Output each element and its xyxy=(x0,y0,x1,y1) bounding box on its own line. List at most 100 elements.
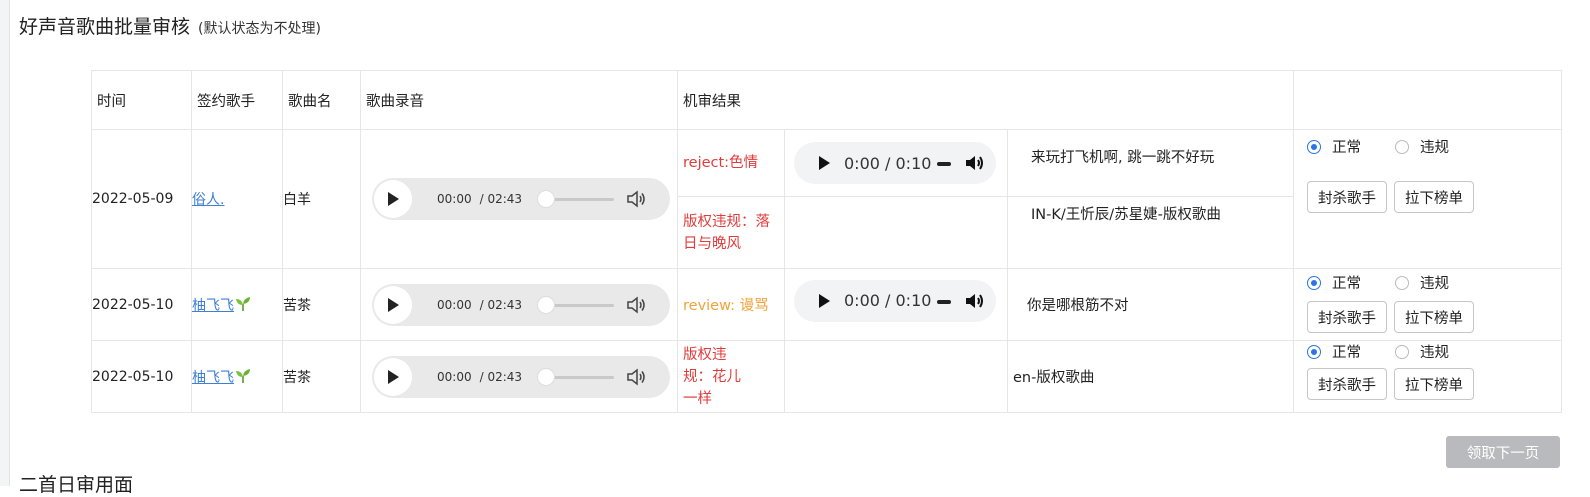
table-row: 2022-05-10 柚飞飞 苦茶 00:00 / 02:43 版权违规：花儿一… xyxy=(91,340,1563,413)
action-buttons: 封杀歌手 拉下榜单 xyxy=(1307,301,1561,333)
left-sidebar-edge xyxy=(0,0,10,486)
clip-audio-player: 0:00 / 0:10 xyxy=(794,279,996,322)
row-actions-cell: 正常 违规 封杀歌手 拉下榜单 xyxy=(1293,268,1563,341)
singer-link[interactable]: 柚飞飞 xyxy=(192,370,234,386)
audio-progress-knob[interactable] xyxy=(537,190,555,208)
audio-duration: / 02:43 xyxy=(479,369,523,384)
clip-audio-player: 0:00 / 0:10 xyxy=(794,142,996,184)
play-icon[interactable] xyxy=(816,155,832,171)
row-singer-cell: 柚飞飞 xyxy=(191,268,283,341)
header-machine-result: 机审结果 xyxy=(676,70,1295,130)
volume-icon[interactable] xyxy=(964,154,984,172)
result-reason: reject:色情 xyxy=(683,155,759,171)
sprout-icon xyxy=(236,368,250,383)
table-row: 2022-05-09 俗人. 白羊 00:00 / 02:43 reject:色… xyxy=(91,129,1563,269)
row-song: 苦茶 xyxy=(282,268,361,341)
radio-violation-label: 违规 xyxy=(1420,276,1450,292)
clip-progress[interactable] xyxy=(937,299,951,304)
radio-violation[interactable]: 违规 xyxy=(1395,272,1449,293)
volume-icon[interactable] xyxy=(964,292,984,310)
row-actions-cell: 正常 违规 封杀歌手 拉下榜单 xyxy=(1293,129,1563,269)
audio-current-time: 00:00 xyxy=(437,369,472,384)
singer-link[interactable]: 俗人. xyxy=(192,192,224,208)
radio-normal-label: 正常 xyxy=(1332,345,1362,361)
radio-violation[interactable]: 违规 xyxy=(1395,136,1449,157)
result-reason: 版权违规：落日与晚风 xyxy=(683,213,770,252)
result-reason-cell: 版权违规：花儿一样 xyxy=(677,340,785,413)
action-buttons: 封杀歌手 拉下榜单 xyxy=(1307,181,1561,213)
row-singer-cell: 柚飞飞 xyxy=(191,340,283,413)
clip-time: 0:00 / 0:10 xyxy=(844,291,932,310)
result-reason: 版权违规：花儿一样 xyxy=(683,346,741,407)
radio-normal-label: 正常 xyxy=(1332,276,1362,292)
radio-dot xyxy=(1307,344,1322,359)
radio-normal-label: 正常 xyxy=(1332,140,1362,156)
result-text-cell: 你是哪根筋不对 xyxy=(1006,268,1295,341)
next-page-button[interactable]: 领取下一页 xyxy=(1446,436,1560,468)
action-buttons: 封杀歌手 拉下榜单 xyxy=(1307,368,1561,400)
result-clip-cell: 0:00 / 0:10 xyxy=(784,129,1008,197)
header-actions xyxy=(1293,70,1563,130)
ban-singer-button[interactable]: 封杀歌手 xyxy=(1307,301,1388,333)
play-button[interactable] xyxy=(374,357,412,396)
result-text: IN-K/王忻辰/苏星婕-版权歌曲 xyxy=(1031,207,1221,223)
row-date: 2022-05-10 xyxy=(91,268,192,341)
radio-violation-label: 违规 xyxy=(1420,140,1450,156)
result-text: 你是哪根筋不对 xyxy=(1027,298,1129,314)
header-song: 歌曲名 xyxy=(282,70,361,130)
status-radio-group: 正常 违规 xyxy=(1307,136,1561,157)
audio-progress-knob[interactable] xyxy=(537,367,555,386)
play-icon xyxy=(388,192,399,206)
result-reason: review: 谩骂 xyxy=(683,298,769,314)
table-row: 2022-05-10 柚飞飞 苦茶 00:00 / 02:43 review: … xyxy=(91,268,1563,341)
result-clip-cell: 0:00 / 0:10 xyxy=(784,268,1008,341)
radio-dot xyxy=(1395,275,1410,290)
radio-violation[interactable]: 违规 xyxy=(1395,341,1449,362)
remove-from-chart-button[interactable]: 拉下榜单 xyxy=(1394,368,1475,400)
radio-normal[interactable]: 正常 xyxy=(1307,341,1361,362)
play-icon xyxy=(388,369,399,384)
page-title-hint: (默认状态为不处理) xyxy=(198,21,321,37)
row-recording-cell: 00:00 / 02:43 xyxy=(360,340,678,413)
row-song: 白羊 xyxy=(282,129,361,269)
audio-progress-knob[interactable] xyxy=(537,295,555,314)
result-clip-cell xyxy=(784,340,1008,413)
song-audio-player: 00:00 / 02:43 xyxy=(372,283,670,326)
play-button[interactable] xyxy=(374,180,412,218)
radio-dot xyxy=(1395,139,1410,154)
audio-duration: / 02:43 xyxy=(479,297,523,312)
row-actions-cell: 正常 违规 封杀歌手 拉下榜单 xyxy=(1293,340,1563,413)
sprout-icon xyxy=(236,296,250,311)
ban-singer-button[interactable]: 封杀歌手 xyxy=(1307,368,1388,400)
header-singer: 签约歌手 xyxy=(191,70,283,130)
radio-dot xyxy=(1307,139,1322,154)
row-recording-cell: 00:00 / 02:43 xyxy=(360,129,678,269)
play-button[interactable] xyxy=(374,285,412,324)
result-text: 来玩打飞机啊, 跳一跳不好玩 xyxy=(1031,150,1215,166)
result-reason-cell: reject:色情 xyxy=(677,129,785,197)
volume-icon[interactable] xyxy=(626,367,646,386)
play-icon xyxy=(388,297,399,312)
header-time: 时间 xyxy=(91,70,192,130)
table-header-row: 时间 签约歌手 歌曲名 歌曲录音 机审结果 xyxy=(91,70,1563,130)
radio-normal[interactable]: 正常 xyxy=(1307,136,1361,157)
song-audio-player: 00:00 / 02:43 xyxy=(372,178,670,220)
status-radio-group: 正常 违规 xyxy=(1307,341,1561,362)
volume-icon[interactable] xyxy=(626,295,646,314)
radio-normal[interactable]: 正常 xyxy=(1307,272,1361,293)
review-table: 时间 签约歌手 歌曲名 歌曲录音 机审结果 2022-05-09 俗人. 白羊 … xyxy=(91,70,1563,413)
play-icon[interactable] xyxy=(816,293,832,309)
audio-current-time: 00:00 xyxy=(437,192,472,206)
row-date: 2022-05-10 xyxy=(91,340,192,413)
remove-from-chart-button[interactable]: 拉下榜单 xyxy=(1394,181,1475,213)
remove-from-chart-button[interactable]: 拉下榜单 xyxy=(1394,301,1475,333)
page-title-text: 好声音歌曲批量审核 xyxy=(19,16,191,38)
radio-dot xyxy=(1307,275,1322,290)
ban-singer-button[interactable]: 封杀歌手 xyxy=(1307,181,1388,213)
singer-link[interactable]: 柚飞飞 xyxy=(192,298,234,314)
row-singer-cell: 俗人. xyxy=(191,129,283,269)
result-text-cell: en-版权歌曲 xyxy=(1006,340,1295,413)
clip-progress[interactable] xyxy=(937,162,951,166)
volume-icon[interactable] xyxy=(626,190,646,208)
audio-current-time: 00:00 xyxy=(437,297,472,312)
